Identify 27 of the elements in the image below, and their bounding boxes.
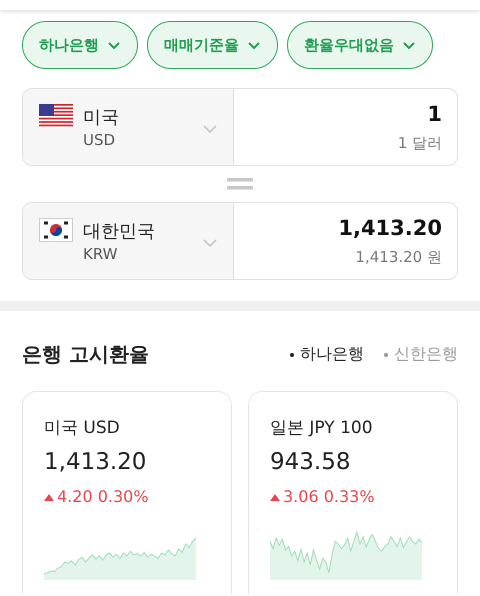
- currency-code: USD: [83, 131, 116, 149]
- rate-card[interactable]: 미국 USD 1,413.20 4.20 0.30%: [22, 391, 232, 594]
- currency-name: 미국 USD: [44, 417, 120, 439]
- bank-tab[interactable]: 하나은행: [290, 344, 364, 365]
- equals-icon: [227, 178, 253, 190]
- currency-code: KRW: [83, 245, 118, 263]
- south-korea-flag-icon: [39, 218, 73, 242]
- currency-selector[interactable]: 미국 USD: [23, 89, 234, 165]
- rate-change: 3.06 0.33%: [283, 487, 375, 506]
- amount-text: 1 달러: [398, 134, 442, 152]
- amount-input[interactable]: 1: [427, 102, 442, 126]
- country-name: 미국: [83, 106, 120, 129]
- exchange-rate: 943.58: [270, 449, 350, 475]
- rate-card[interactable]: 일본 JPY 100 943.58 3.06 0.33%: [248, 391, 458, 594]
- country-name: 대한민국: [83, 220, 156, 243]
- up-triangle-icon: [44, 492, 54, 500]
- currency-name: 일본 JPY 100: [270, 417, 373, 439]
- exchange-rate: 1,413.20: [44, 449, 146, 475]
- section-title: 은행 고시환율: [22, 341, 149, 368]
- us-flag-icon: [39, 104, 73, 128]
- up-triangle-icon: [270, 492, 280, 500]
- currency-selector[interactable]: 대한민국 KRW: [23, 203, 234, 279]
- amount-input[interactable]: 1,413.20: [338, 216, 442, 240]
- chevron-down-icon: [203, 124, 217, 134]
- rate-change: 4.20 0.30%: [57, 487, 149, 506]
- amount-text: 1,413.20 원: [355, 248, 442, 266]
- chevron-down-icon: [203, 238, 217, 248]
